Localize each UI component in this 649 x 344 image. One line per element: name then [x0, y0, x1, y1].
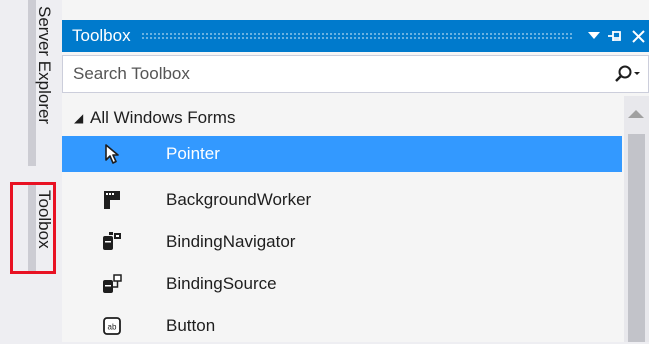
title-grip[interactable] — [140, 32, 573, 40]
search-button[interactable] — [608, 65, 648, 83]
toolbox-item-button[interactable]: ab Button — [62, 308, 622, 344]
binding-navigator-icon — [100, 230, 124, 254]
binding-source-icon — [100, 272, 124, 296]
server-explorer-tab[interactable]: Server Explorer — [34, 6, 54, 124]
group-header[interactable]: ◢ All Windows Forms — [62, 100, 622, 136]
toolbox-tab-highlight — [10, 182, 56, 274]
toolbox-item-pointer[interactable]: Pointer — [62, 136, 622, 172]
svg-text:ab: ab — [108, 323, 117, 332]
button-icon: ab — [100, 314, 124, 338]
search-input[interactable] — [71, 63, 608, 85]
group-label: All Windows Forms — [90, 108, 236, 127]
close-icon — [631, 29, 645, 43]
background-worker-icon — [100, 188, 124, 212]
side-tab-strip: Server Explorer Toolbox — [0, 0, 62, 342]
toolbox-title: Toolbox — [72, 26, 131, 45]
search-bar — [62, 55, 649, 93]
pointer-icon — [100, 142, 124, 166]
search-icon — [615, 65, 640, 82]
scroll-up-arrow-icon[interactable] — [628, 110, 644, 118]
toolbox-title-bar: Toolbox — [62, 20, 649, 52]
auto-hide-button[interactable] — [605, 23, 627, 49]
dropdown-arrow-icon — [588, 32, 600, 39]
toolbox-item-bindingnavigator[interactable]: BindingNavigator — [62, 224, 622, 260]
toolbox-list: ◢ All Windows Forms Pointer BackgroundWo… — [62, 96, 622, 342]
close-button[interactable] — [627, 23, 649, 49]
item-label: BackgroundWorker — [166, 190, 312, 209]
item-label: Pointer — [166, 144, 220, 163]
item-label: BindingSource — [166, 274, 277, 293]
collapse-triangle-icon[interactable]: ◢ — [74, 111, 90, 125]
vertical-scrollbar[interactable] — [624, 96, 649, 342]
toolbox-item-bindingsource[interactable]: BindingSource — [62, 266, 622, 302]
scroll-thumb[interactable] — [628, 134, 645, 342]
toolbox-panel: Toolbox ◢ All Windows Forms Pointer — [62, 0, 649, 342]
item-label: Button — [166, 316, 216, 335]
item-label: BindingNavigator — [166, 232, 296, 251]
pin-icon — [608, 31, 621, 41]
toolbox-item-backgroundworker[interactable]: BackgroundWorker — [62, 182, 622, 218]
window-position-button[interactable] — [583, 23, 605, 49]
